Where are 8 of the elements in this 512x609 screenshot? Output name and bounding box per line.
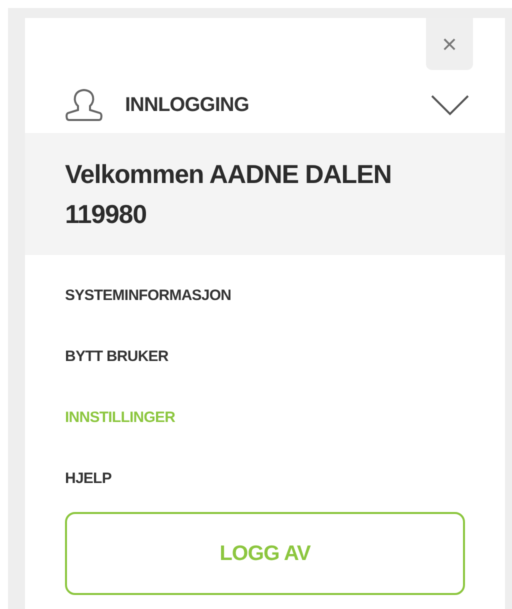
chevron-icon[interactable] (430, 93, 470, 117)
section-title: INNLOGGING (125, 93, 249, 118)
menu-item[interactable]: SYSTEMINFORMASJON (65, 285, 232, 307)
menu-item[interactable]: BYTT BRUKER (65, 346, 168, 368)
close-button[interactable]: × (426, 18, 473, 70)
user-icon (65, 88, 103, 122)
welcome-text: Velkommen AADNE DALEN 119980 (65, 158, 392, 231)
menu-item[interactable]: HJELP (65, 468, 112, 490)
